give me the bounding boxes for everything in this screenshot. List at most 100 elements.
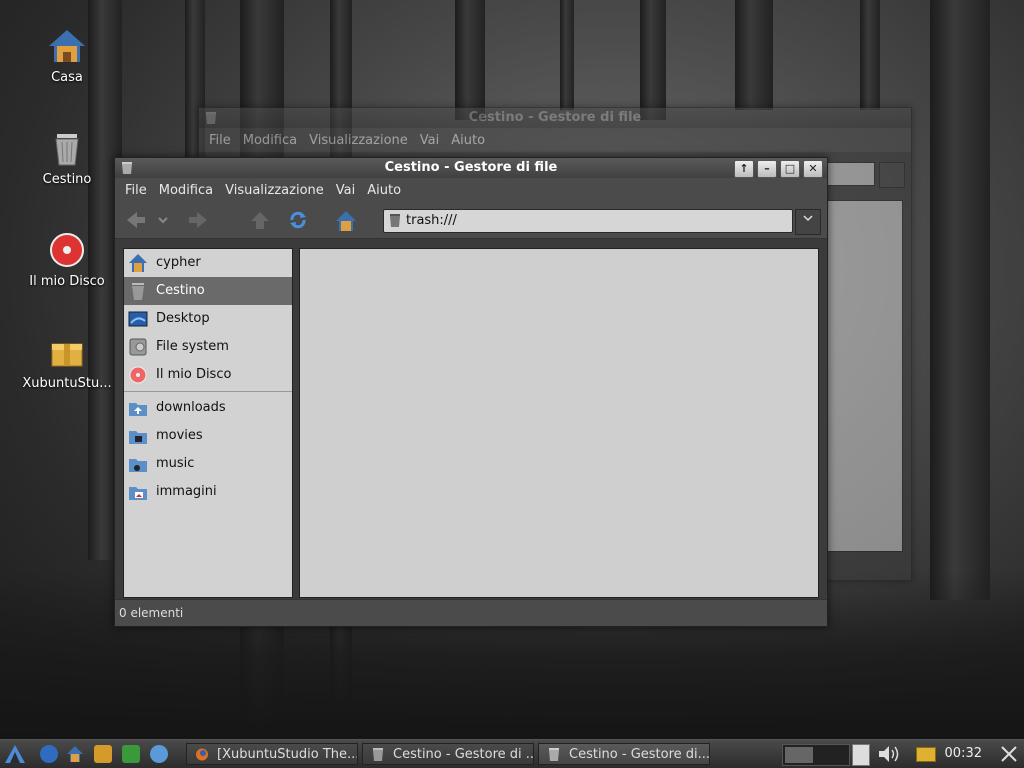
desktop-icon — [128, 309, 148, 329]
desktop-icon-cestino[interactable]: Cestino — [19, 128, 115, 187]
disc-icon — [128, 365, 148, 385]
xubuntu-logo-icon — [5, 745, 25, 763]
sidebar-item-downloads[interactable]: downloads — [124, 394, 292, 422]
sidebar-item-il-mio-disco[interactable]: Il mio Disco — [124, 361, 292, 389]
desktop-icon-casa[interactable]: Casa — [19, 26, 115, 85]
window-up-button[interactable]: ↑ — [734, 160, 754, 178]
folder-pictures-icon — [128, 482, 148, 502]
sidebar-item-label: immagini — [156, 484, 217, 499]
window-titlebar[interactable]: Cestino - Gestore di file ↑ – □ ✕ — [115, 158, 827, 178]
home-icon — [128, 253, 148, 273]
back-history-dropdown[interactable] — [157, 210, 169, 230]
task-label: [XubuntuStudio The... — [217, 747, 358, 762]
pane-splitter[interactable] — [293, 248, 297, 596]
menu-modifica[interactable]: Modifica — [153, 183, 219, 198]
launcher-1[interactable] — [40, 745, 58, 763]
desktop-icon-xubuntustudio[interactable]: XubuntuStu... — [19, 332, 115, 391]
up-button[interactable] — [249, 210, 271, 230]
sidebar: cypher Cestino Desktop File system Il mi… — [123, 248, 293, 598]
taskbar-task-file-manager-2[interactable]: Cestino - Gestore di... — [538, 743, 710, 765]
sidebar-item-music[interactable]: music — [124, 450, 292, 478]
menu-aiuto[interactable]: Aiuto — [361, 183, 407, 198]
sidebar-item-label: cypher — [156, 255, 201, 270]
window-maximize-button[interactable]: □ — [780, 160, 800, 178]
clipboard-icon[interactable] — [852, 744, 870, 766]
logout-icon[interactable] — [1000, 745, 1018, 763]
sidebar-item-desktop[interactable]: Desktop — [124, 305, 292, 333]
package-icon — [47, 332, 87, 372]
taskbar-task-file-manager-1[interactable]: Cestino - Gestore di ... — [362, 743, 534, 765]
back-button[interactable] — [125, 210, 147, 230]
home-icon — [336, 211, 356, 231]
sidebar-item-label: downloads — [156, 400, 226, 415]
launcher-chat[interactable] — [150, 745, 168, 763]
folder-video-icon — [128, 426, 148, 446]
mail-icon[interactable] — [916, 747, 936, 762]
toolbar: trash:/// — [115, 202, 827, 239]
menu-file[interactable]: File — [203, 133, 237, 148]
sidebar-item-filesystem[interactable]: File system — [124, 333, 292, 361]
volume-icon[interactable] — [876, 744, 902, 764]
address-text: trash:/// — [406, 213, 457, 228]
sidebar-item-cestino[interactable]: Cestino — [124, 277, 292, 305]
sidebar-item-movies[interactable]: movies — [124, 422, 292, 450]
reload-icon — [290, 211, 306, 229]
firefox-icon — [195, 747, 209, 762]
task-label: Cestino - Gestore di ... — [393, 747, 534, 762]
launcher-home[interactable] — [66, 745, 84, 763]
trash-icon — [547, 747, 561, 762]
arrow-left-icon — [127, 212, 145, 228]
disc-icon — [47, 230, 87, 270]
arrow-up-icon — [251, 212, 269, 229]
window-title: Cestino - Gestore di file — [384, 160, 558, 175]
trash-icon — [389, 213, 401, 232]
workspace-switcher[interactable] — [782, 744, 850, 766]
address-bar[interactable] — [827, 162, 875, 186]
sidebar-item-label: File system — [156, 339, 229, 354]
desktop-icon-disco[interactable]: Il mio Disco — [19, 230, 115, 289]
address-bar[interactable]: trash:/// — [383, 209, 793, 233]
app-menu-button[interactable] — [4, 744, 26, 764]
window-close-button[interactable]: ✕ — [803, 160, 823, 178]
chevron-down-icon — [158, 217, 168, 224]
launcher-3[interactable] — [94, 745, 112, 763]
taskbar-task-browser[interactable]: [XubuntuStudio The... — [186, 743, 358, 765]
trash-icon — [47, 128, 87, 168]
reload-button[interactable] — [287, 210, 309, 230]
menu-visualizzazione[interactable]: Visualizzazione — [219, 183, 330, 198]
sidebar-divider — [124, 391, 292, 392]
address-dropdown[interactable] — [879, 162, 905, 188]
menu-aiuto[interactable]: Aiuto — [445, 133, 491, 148]
file-view[interactable] — [299, 248, 819, 598]
clock[interactable]: 00:32 — [945, 740, 982, 768]
home-icon — [67, 746, 83, 762]
window-minimize-button[interactable]: – — [757, 160, 777, 178]
sidebar-item-label: Cestino — [156, 283, 205, 298]
chevron-down-icon — [803, 215, 813, 222]
sidebar-item-cypher[interactable]: cypher — [124, 249, 292, 277]
menu-vai[interactable]: Vai — [330, 183, 361, 198]
sidebar-item-label: Il mio Disco — [156, 367, 232, 382]
menu-vai[interactable]: Vai — [414, 133, 445, 148]
launcher-4[interactable] — [122, 745, 140, 763]
workspace-1[interactable] — [785, 747, 813, 763]
forward-button[interactable] — [187, 210, 209, 230]
home-icon — [47, 26, 87, 66]
menu-file[interactable]: File — [119, 183, 153, 198]
content-area[interactable] — [827, 200, 903, 552]
address-dropdown[interactable] — [795, 209, 821, 235]
file-manager-window[interactable]: Cestino - Gestore di file ↑ – □ ✕ File M… — [114, 157, 828, 627]
sidebar-item-label: music — [156, 456, 195, 471]
window-titlebar[interactable]: Cestino - Gestore di file — [199, 108, 911, 128]
window-title: Cestino - Gestore di file — [468, 110, 642, 125]
desktop-icon-label: Il mio Disco — [29, 274, 105, 289]
menu-visualizzazione[interactable]: Visualizzazione — [303, 133, 414, 148]
home-button[interactable] — [335, 210, 357, 231]
desktop-icon-label: Casa — [51, 70, 83, 85]
drive-icon — [128, 337, 148, 357]
sidebar-item-immagini[interactable]: immagini — [124, 478, 292, 506]
trash-icon — [371, 747, 385, 762]
sidebar-item-label: Desktop — [156, 311, 210, 326]
menu-modifica[interactable]: Modifica — [237, 133, 303, 148]
desktop-icon-label: XubuntuStu... — [22, 376, 112, 391]
